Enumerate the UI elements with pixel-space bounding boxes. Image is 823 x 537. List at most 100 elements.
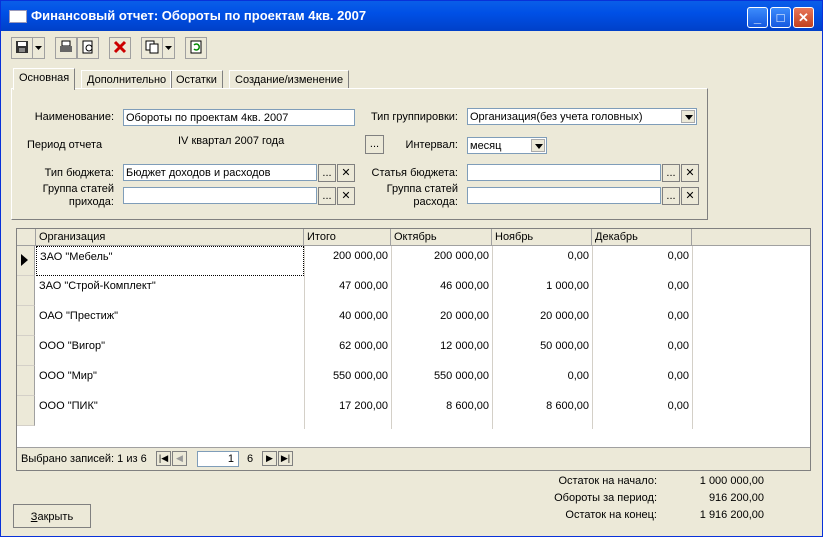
- table-cell-amount[interactable]: 0,00: [592, 336, 692, 366]
- tab-main[interactable]: Основная: [13, 68, 76, 90]
- income-group-select-button[interactable]: ...: [318, 187, 336, 205]
- table-cell-amount[interactable]: 12 000,00: [391, 336, 492, 366]
- first-record-button[interactable]: |◀: [156, 451, 171, 466]
- column-header-filler: [692, 229, 810, 246]
- table-cell-amount[interactable]: 550 000,00: [304, 366, 391, 396]
- next-record-button[interactable]: ▶: [262, 451, 277, 466]
- table-cell-amount[interactable]: 47 000,00: [304, 276, 391, 306]
- income-group-field[interactable]: [123, 187, 317, 204]
- title-bar[interactable]: Финансовый отчет: Обороты по проектам 4к…: [1, 1, 822, 31]
- column-divider: [692, 246, 693, 429]
- table-cell-amount[interactable]: 0,00: [592, 396, 692, 426]
- table-cell-amount[interactable]: 20 000,00: [492, 306, 592, 336]
- table-cell-amount[interactable]: 0,00: [592, 246, 692, 276]
- table-cell-amount[interactable]: 17 200,00: [304, 396, 391, 426]
- table-cell-organization[interactable]: ООО "Вигор": [36, 336, 304, 366]
- table-cell-organization[interactable]: ЗАО "Строй-Комплект": [36, 276, 304, 306]
- chevron-down-icon[interactable]: [681, 110, 695, 123]
- budget-type-select-button[interactable]: ...: [318, 164, 336, 182]
- table-cell-amount[interactable]: 0,00: [592, 306, 692, 336]
- close-window-button[interactable]: ✕: [793, 7, 814, 28]
- expense-group-label: Группа статей расхода:: [387, 183, 458, 209]
- record-total: 6: [247, 453, 254, 465]
- record-number-input[interactable]: 1: [197, 451, 239, 467]
- save-dropdown-button[interactable]: [32, 37, 45, 59]
- end-balance-label: Остаток на конец:: [565, 509, 657, 521]
- column-header-october[interactable]: Октябрь: [391, 229, 492, 246]
- preview-icon: [82, 40, 93, 54]
- tab-additional[interactable]: Дополнительно: [81, 70, 173, 89]
- start-balance-label: Остаток на начало:: [558, 475, 657, 487]
- table-cell-amount[interactable]: 1 000,00: [492, 276, 592, 306]
- record-navigator: Выбрано записей: 1 из 6 |◀ ◀ 1 6 ▶ ▶|: [17, 447, 810, 470]
- print-button[interactable]: [55, 37, 77, 59]
- row-indicator[interactable]: [17, 276, 35, 306]
- column-header-december[interactable]: Декабрь: [592, 229, 692, 246]
- copy-dropdown-button[interactable]: [162, 37, 175, 59]
- table-cell-organization[interactable]: ООО "Мир": [36, 366, 304, 396]
- turnover-label: Обороты за период:: [554, 492, 657, 504]
- delete-button[interactable]: [109, 37, 131, 59]
- chevron-down-icon[interactable]: [531, 139, 545, 152]
- group-type-value: Организация(без учета головных): [470, 111, 643, 123]
- copy-button[interactable]: [141, 37, 163, 59]
- budget-type-field[interactable]: Бюджет доходов и расходов: [123, 164, 317, 181]
- table-cell-amount[interactable]: 46 000,00: [391, 276, 492, 306]
- table-cell-amount[interactable]: 40 000,00: [304, 306, 391, 336]
- column-header-total[interactable]: Итого: [304, 229, 391, 246]
- period-value: IV квартал 2007 года: [178, 135, 285, 147]
- income-group-label-line1: Группа статей: [42, 183, 114, 195]
- row-indicator[interactable]: [17, 396, 35, 426]
- name-field[interactable]: Обороты по проектам 4кв. 2007: [123, 109, 355, 126]
- row-indicator[interactable]: [17, 366, 35, 396]
- table-cell-organization[interactable]: ОАО "Престиж": [36, 306, 304, 336]
- end-balance-value: 1 916 200,00: [699, 509, 764, 521]
- table-cell-amount[interactable]: 550 000,00: [391, 366, 492, 396]
- maximize-button[interactable]: □: [770, 7, 791, 28]
- income-group-clear-button[interactable]: ✕: [337, 187, 355, 205]
- tab-balances[interactable]: Остатки: [170, 70, 223, 89]
- expense-group-field[interactable]: [467, 187, 661, 204]
- table-cell-organization[interactable]: ЗАО "Мебель": [36, 246, 304, 276]
- row-indicator-header: [17, 229, 36, 246]
- save-button[interactable]: [11, 37, 33, 59]
- expense-group-select-button[interactable]: ...: [662, 187, 680, 205]
- group-type-select[interactable]: Организация(без учета головных): [467, 108, 697, 125]
- table-cell-amount[interactable]: 62 000,00: [304, 336, 391, 366]
- budget-item-field[interactable]: [467, 164, 661, 181]
- previous-record-button[interactable]: ◀: [172, 451, 187, 466]
- row-indicator[interactable]: [17, 306, 35, 336]
- preview-button[interactable]: [77, 37, 99, 59]
- income-group-label-line2: прихода:: [68, 196, 114, 208]
- table-cell-amount[interactable]: 0,00: [592, 366, 692, 396]
- table-cell-amount[interactable]: 0,00: [492, 366, 592, 396]
- table-cell-amount[interactable]: 8 600,00: [391, 396, 492, 426]
- budget-item-select-button[interactable]: ...: [662, 164, 680, 182]
- table-cell-amount[interactable]: 20 000,00: [391, 306, 492, 336]
- period-select-button[interactable]: ...: [365, 135, 384, 154]
- row-indicator[interactable]: [17, 336, 35, 366]
- table-cell-amount[interactable]: 0,00: [592, 276, 692, 306]
- print-icon: [60, 40, 72, 52]
- interval-select[interactable]: месяц: [467, 137, 547, 154]
- refresh-button[interactable]: [185, 37, 207, 59]
- table-cell-organization[interactable]: ООО "ПИК": [36, 396, 304, 426]
- start-balance-value: 1 000 000,00: [699, 475, 764, 487]
- table-cell-amount[interactable]: 200 000,00: [304, 246, 391, 276]
- close-button[interactable]: Закрыть: [13, 504, 91, 528]
- last-record-button[interactable]: ▶|: [278, 451, 293, 466]
- budget-item-clear-button[interactable]: ✕: [681, 164, 699, 182]
- row-indicator[interactable]: [17, 246, 35, 276]
- table-cell-amount[interactable]: 0,00: [492, 246, 592, 276]
- column-header-organization[interactable]: Организация: [36, 229, 304, 246]
- interval-value: месяц: [470, 140, 502, 152]
- expense-group-clear-button[interactable]: ✕: [681, 187, 699, 205]
- column-header-november[interactable]: Ноябрь: [492, 229, 592, 246]
- table-cell-amount[interactable]: 50 000,00: [492, 336, 592, 366]
- table-cell-amount[interactable]: 8 600,00: [492, 396, 592, 426]
- tab-created-modified[interactable]: Создание/изменение: [229, 70, 350, 89]
- budget-type-clear-button[interactable]: ✕: [337, 164, 355, 182]
- table-cell-amount[interactable]: 200 000,00: [391, 246, 492, 276]
- minimize-button[interactable]: _: [747, 7, 768, 28]
- delete-icon: [113, 40, 127, 54]
